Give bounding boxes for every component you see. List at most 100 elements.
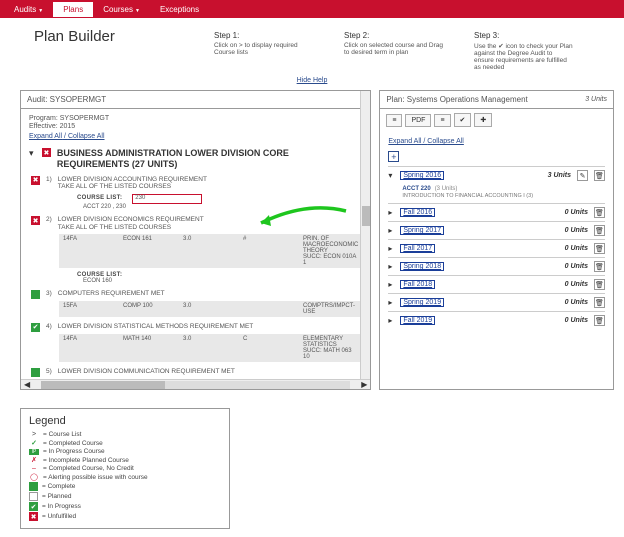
plan-panel: Plan: Systems Operations Management3 Uni… [379, 90, 614, 390]
legend-icon: ✗ [29, 456, 39, 464]
course-row: 14FAMATH 1403.0CELEMENTARY STATISTICSSUC… [59, 334, 362, 362]
course-drop-input[interactable]: 230 [132, 194, 202, 204]
subreq-4: ✔4)LOWER DIVISION STATISTICAL METHODS RE… [59, 323, 362, 362]
term-link[interactable]: Fall 2016 [400, 208, 435, 217]
nav-exceptions[interactable]: Exceptions [150, 2, 209, 17]
subreq-2: ✖2)LOWER DIVISION ECONOMICS REQUIREMENTT… [59, 216, 362, 284]
toolbar-check-button[interactable]: ✔ [454, 113, 472, 127]
term-row: ▾ Spring 2016 3 Units ✎ 🗑 [388, 166, 605, 184]
term-link[interactable]: Fall 2018 [400, 280, 435, 289]
nav-plans[interactable]: Plans [53, 2, 93, 17]
hide-help-link[interactable]: Hide Help [0, 77, 624, 84]
main-req-title: BUSINESS ADMINISTRATION LOWER DIVISION C… [57, 148, 362, 170]
legend-icon: IP [29, 449, 39, 455]
legend-row: ✓= Completed Course [29, 439, 221, 447]
add-term-button[interactable]: + [388, 151, 399, 162]
term-content: ACCT 220(3 Units) INTRODUCTION TO FINANC… [388, 184, 605, 203]
legend-icon: ◯ [29, 473, 39, 481]
delete-term-button[interactable]: 🗑 [594, 225, 605, 236]
req-status-icon: ✖ [42, 148, 51, 157]
horizontal-scrollbar[interactable]: ◀▶ [21, 379, 370, 389]
legend-label: = Incomplete Planned Course [43, 457, 129, 464]
term-link[interactable]: Spring 2019 [400, 298, 444, 307]
legend-icon [29, 482, 38, 491]
legend-row: ✗ = Incomplete Planned Course [29, 456, 221, 464]
term-row: ▸Fall 20190 Units🗑 [388, 311, 605, 329]
toolbar-pdf-button[interactable]: PDF [405, 114, 431, 127]
legend-label: = Unfulfilled [42, 513, 76, 520]
delete-term-button[interactable]: 🗑 [594, 170, 605, 181]
audit-header: Audit: SYSOPERMGT [21, 91, 370, 109]
toolbar-list-button[interactable]: ≡ [434, 114, 450, 127]
status-icon-green [31, 368, 40, 377]
toolbar-add-button[interactable]: ✚ [474, 113, 492, 127]
legend-icon [29, 492, 38, 501]
term-row: ▸Fall 20160 Units🗑 [388, 203, 605, 221]
planned-course-code[interactable]: ACCT 220 [402, 186, 430, 192]
term-link[interactable]: Spring 2018 [400, 262, 444, 271]
delete-term-button[interactable]: 🗑 [594, 315, 605, 326]
term-expand-icon[interactable]: ▸ [388, 316, 396, 325]
plan-collapse-all[interactable]: Collapse All [427, 138, 464, 145]
program-label: Program: SYSOPERMGT [29, 115, 362, 122]
nav-courses[interactable]: Courses▼ [93, 2, 150, 17]
legend-panel: Legend >= Course List✓= Completed Course… [20, 408, 230, 529]
legend-icon: ✓ [29, 439, 39, 447]
term-link[interactable]: Fall 2017 [400, 244, 435, 253]
term-expand-icon[interactable]: ▸ [388, 208, 396, 217]
audit-collapse-all[interactable]: Collapse All [68, 133, 105, 140]
term-collapse-icon[interactable]: ▾ [388, 171, 396, 180]
legend-row: ✔= In Progress [29, 502, 221, 511]
course-row: 15FACOMP 1003.0COMPTRS/IMPCT-USE [59, 301, 362, 317]
legend-icon: ✔ [29, 502, 38, 511]
legend-icon: ✖ [29, 512, 38, 521]
legend-label: = In Progress Course [43, 448, 105, 455]
plan-expand-all[interactable]: Expand All [388, 138, 421, 145]
status-icon-red: ✖ [31, 176, 40, 185]
term-expand-icon[interactable]: ▸ [388, 262, 396, 271]
term-row: ▸Spring 20180 Units🗑 [388, 257, 605, 275]
toolbar-menu-button[interactable]: ≡ [386, 114, 402, 127]
delete-term-button[interactable]: 🗑 [594, 261, 605, 272]
legend-label: = Planned [42, 493, 71, 500]
vertical-scrollbar[interactable] [360, 91, 370, 379]
legend-label: = Completed Course, No Credit [43, 465, 134, 472]
delete-term-button[interactable]: 🗑 [594, 207, 605, 218]
legend-label: = Course List [43, 431, 81, 438]
term-row: ▸Spring 20190 Units🗑 [388, 293, 605, 311]
legend-label: = Complete [42, 483, 75, 490]
step-3: Step 3:Use the ✔ icon to check your Plan… [474, 31, 574, 71]
status-icon-green [31, 290, 40, 299]
term-row: ▸Spring 20170 Units🗑 [388, 221, 605, 239]
term-expand-icon[interactable]: ▸ [388, 226, 396, 235]
chevron-down-icon: ▼ [38, 8, 43, 14]
edit-term-button[interactable]: ✎ [577, 170, 588, 181]
req-collapse-icon[interactable]: ▾ [29, 148, 36, 159]
delete-term-button[interactable]: 🗑 [594, 243, 605, 254]
delete-term-button[interactable]: 🗑 [594, 297, 605, 308]
legend-row: > = Course List [29, 431, 221, 438]
term-expand-icon[interactable]: ▸ [388, 244, 396, 253]
legend-row: IP = In Progress Course [29, 448, 221, 455]
audit-expand-all[interactable]: Expand All [29, 133, 62, 140]
term-link[interactable]: Spring 2017 [400, 226, 444, 235]
plan-toolbar: ≡ PDF ≡ ✔ ✚ [380, 109, 613, 131]
term-link[interactable]: Spring 2016 [400, 171, 444, 180]
delete-term-button[interactable]: 🗑 [594, 279, 605, 290]
status-icon-red: ✖ [31, 216, 40, 225]
legend-icon: > [29, 431, 39, 438]
legend-row: –= Completed Course, No Credit [29, 465, 221, 472]
term-expand-icon[interactable]: ▸ [388, 298, 396, 307]
status-icon-green-check: ✔ [31, 323, 40, 332]
legend-label: = Alerting possible issue with course [43, 474, 148, 481]
term-row: ▸Fall 20180 Units🗑 [388, 275, 605, 293]
legend-title: Legend [29, 415, 221, 427]
step-1: Step 1:Click on > to display required Co… [214, 31, 314, 71]
audit-panel: Audit: SYSOPERMGT Program: SYSOPERMGT Ef… [20, 90, 371, 390]
effective-label: Effective: 2015 [29, 123, 362, 130]
steps-row: Step 1:Click on > to display required Co… [214, 31, 604, 71]
term-expand-icon[interactable]: ▸ [388, 280, 396, 289]
term-link[interactable]: Fall 2019 [400, 316, 435, 325]
nav-audits[interactable]: Audits▼ [4, 2, 53, 17]
subreq-3: 3)COMPUTERS REQUIREMENT MET 15FACOMP 100… [59, 290, 362, 317]
